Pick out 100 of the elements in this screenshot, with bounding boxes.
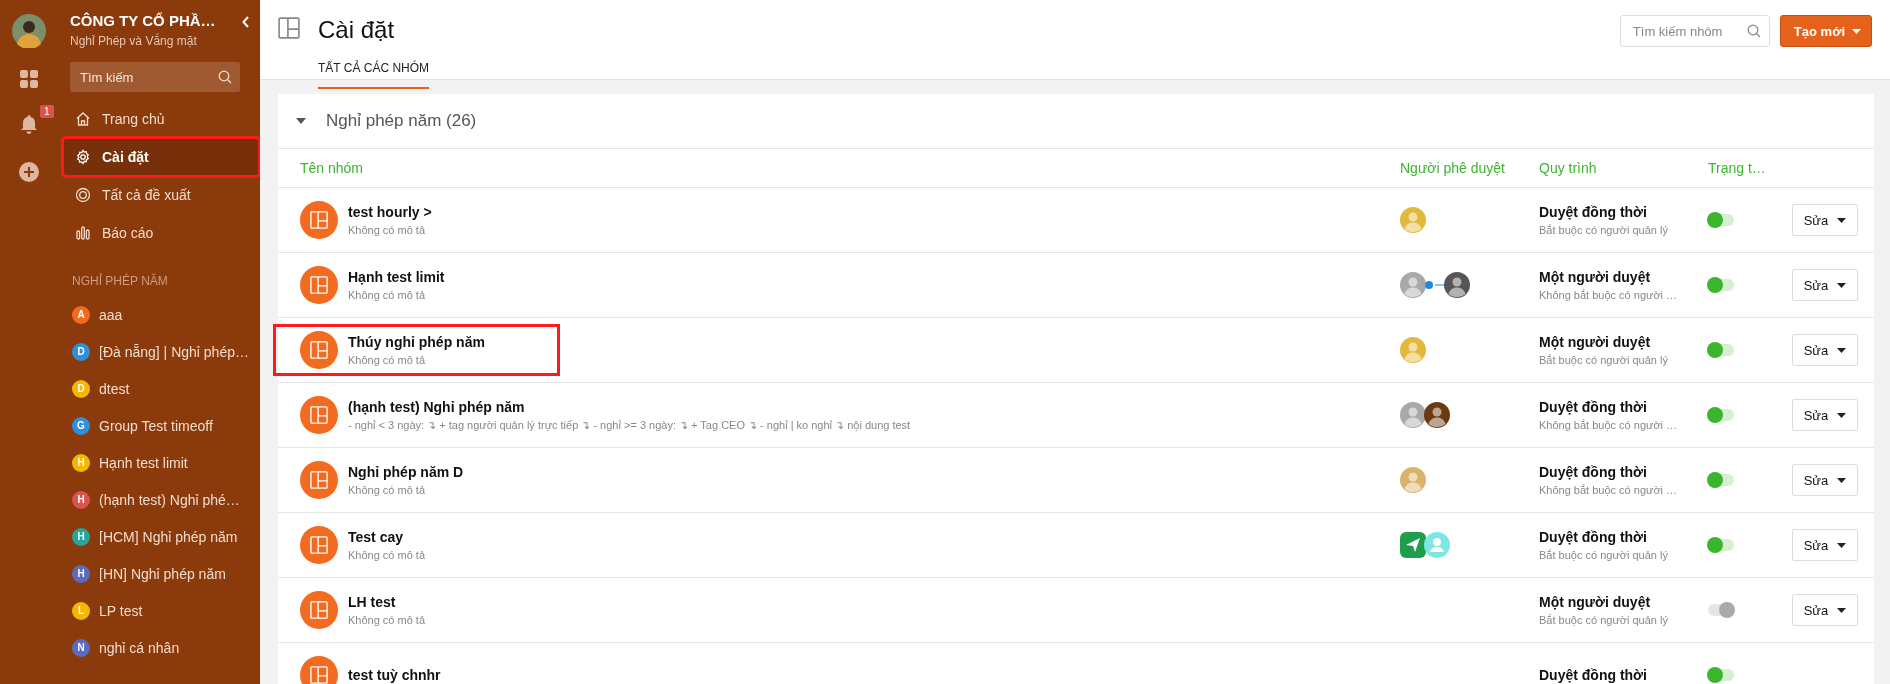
caret-icon <box>1837 477 1847 483</box>
search-field[interactable]: Tìm kiếm nhóm <box>1619 15 1770 47</box>
group-description: Không có mô tả <box>348 354 427 366</box>
layout-icon <box>310 211 328 229</box>
edit-button[interactable]: Sửa <box>1792 204 1858 236</box>
bell-icon[interactable] <box>20 114 38 134</box>
add-icon[interactable] <box>19 162 39 182</box>
edit-button[interactable]: Sửa <box>1792 399 1858 431</box>
process-type: Duyệt đồng thời <box>1539 204 1648 220</box>
column-header: Tên nhóm <box>300 160 364 176</box>
process-type: Duyệt đồng thời <box>1539 399 1648 415</box>
group-item[interactable]: H [HN] Nghỉ phép năm <box>60 555 260 592</box>
layout-icon <box>310 666 328 684</box>
process-type: Một người duyệt <box>1539 594 1652 610</box>
status-toggle[interactable] <box>1708 409 1734 421</box>
collapse-caret-icon[interactable] <box>296 118 306 124</box>
letter-avatar: L <box>72 601 90 620</box>
edit-button[interactable]: Sửa <box>1792 529 1858 561</box>
letter-avatar: H <box>72 490 90 509</box>
process-rule: Bắt buộc có người quản lý <box>1539 549 1668 561</box>
layout-icon <box>310 471 328 489</box>
letter-avatar: H <box>72 527 90 546</box>
group-item[interactable]: D [Đà nẵng] | Nghỉ phép… <box>60 333 260 370</box>
tab[interactable]: TẤT CẢ CÁC NHÓM <box>318 61 430 89</box>
nav-item[interactable]: Trang chủ <box>64 101 258 137</box>
user-avatar[interactable] <box>12 14 46 48</box>
group-item[interactable]: H Hạnh test limit <box>60 444 260 481</box>
group-item[interactable]: D dtest <box>60 370 260 407</box>
process-type: Duyệt đồng thời <box>1539 667 1647 683</box>
caret-icon <box>1837 607 1847 613</box>
layout-icon <box>278 17 300 39</box>
layout-icon <box>310 536 328 554</box>
group-item[interactable]: H (hạnh test) Nghỉ phé… <box>60 481 260 518</box>
edit-button[interactable]: Sửa <box>1792 334 1858 366</box>
apps-grid-icon[interactable] <box>20 70 38 88</box>
group-name[interactable]: LH test <box>348 594 426 610</box>
collapse-chevron-icon[interactable] <box>242 16 250 28</box>
group-name[interactable]: test tuỳ chnhr <box>348 667 441 683</box>
group-name[interactable]: (hạnh test) Nghỉ phép năm <box>348 398 911 415</box>
status-toggle[interactable] <box>1708 474 1734 486</box>
group-description: - nghỉ < 3 ngày: ↴ + tag người quản lý trực tiếp ↴ - nghỉ >= 3 ngày: ↴ + Tag CEO ↴ - nghỉ | ko nghỉ ↴ nội dung test <box>348 418 911 432</box>
section-title: Nghỉ phép năm (26) <box>326 111 477 131</box>
nav-item[interactable]: Tất cả đề xuất <box>64 177 258 213</box>
status-toggle[interactable] <box>1708 344 1734 356</box>
process-rule: Bắt buộc có người quản lý <box>1539 224 1668 236</box>
process-type: Một người duyệt <box>1539 334 1652 350</box>
letter-avatar: D <box>72 379 90 398</box>
group-name[interactable]: Thúy nghỉ phép năm <box>348 334 485 350</box>
column-header: Trạng t… <box>1708 160 1766 176</box>
letter-avatar: H <box>72 564 90 583</box>
search-field[interactable]: Tìm kiếm <box>70 62 240 92</box>
search-icon[interactable] <box>218 70 232 84</box>
process-rule: Không bắt buộc có người … <box>1539 484 1678 496</box>
group-name[interactable]: Nghỉ phép năm D <box>348 464 464 480</box>
group-name[interactable]: Test cay <box>348 529 426 545</box>
group-item[interactable]: N nghỉ cá nhân <box>60 629 260 666</box>
layout-icon <box>310 406 328 424</box>
caret-icon <box>1837 542 1847 548</box>
layout-icon <box>310 601 328 619</box>
app-name: Nghỉ Phép và Vắng mặt <box>70 34 198 48</box>
process-type: Duyệt đồng thời <box>1539 464 1648 480</box>
group-description: Không có mô tả <box>348 549 426 561</box>
group-description: Không có mô tả <box>348 614 426 626</box>
group-description: Không có mô tả <box>348 224 427 236</box>
status-toggle[interactable] <box>1708 604 1734 616</box>
status-toggle[interactable] <box>1708 539 1734 551</box>
group-item[interactable]: L LP test <box>60 592 260 629</box>
nav-item[interactable]: Cài đặt <box>64 139 258 175</box>
group-item[interactable]: A aaa <box>60 296 260 333</box>
edit-button[interactable]: Sửa <box>1792 464 1858 496</box>
group-description: Không có mô tả <box>348 484 427 496</box>
group-item[interactable]: H [HCM] Nghỉ phép năm <box>60 518 260 555</box>
edit-button[interactable]: Sửa <box>1792 269 1858 301</box>
column-header: Người phê duyệt <box>1400 160 1505 176</box>
settings-icon <box>75 149 91 165</box>
status-toggle[interactable] <box>1708 669 1734 681</box>
status-toggle[interactable] <box>1708 214 1734 226</box>
group-name[interactable]: Hạnh test limit <box>348 269 445 285</box>
layout-icon <box>310 341 328 359</box>
process-rule: Bắt buộc có người quản lý <box>1539 614 1668 626</box>
notification-badge: 1 <box>40 105 54 118</box>
caret-icon <box>1837 347 1847 353</box>
page-title: Cài đặt <box>318 17 396 43</box>
status-toggle[interactable] <box>1708 279 1734 291</box>
group-item[interactable]: G Group Test timeoff <box>60 407 260 444</box>
process-rule: Không bắt buộc có người … <box>1539 289 1678 301</box>
column-header: Quy trình <box>1539 160 1597 176</box>
letter-avatar: A <box>72 305 90 324</box>
search-icon[interactable] <box>1746 24 1761 38</box>
bar-chart-icon <box>75 225 91 241</box>
letter-avatar: H <box>72 453 90 472</box>
section-label: NGHỈ PHÉP NĂM <box>72 274 169 288</box>
group-name[interactable]: test hourly > <box>348 204 432 220</box>
edit-button[interactable]: Sửa <box>1792 594 1858 626</box>
process-rule: Không bắt buộc có người … <box>1539 419 1678 431</box>
caret-icon <box>1837 282 1847 288</box>
nav-item[interactable]: Báo cáo <box>64 215 258 251</box>
caret-icon <box>1837 412 1847 418</box>
caret-icon <box>1837 217 1847 223</box>
company-name: CÔNG TY CỔ PHẦ… <box>70 12 216 29</box>
